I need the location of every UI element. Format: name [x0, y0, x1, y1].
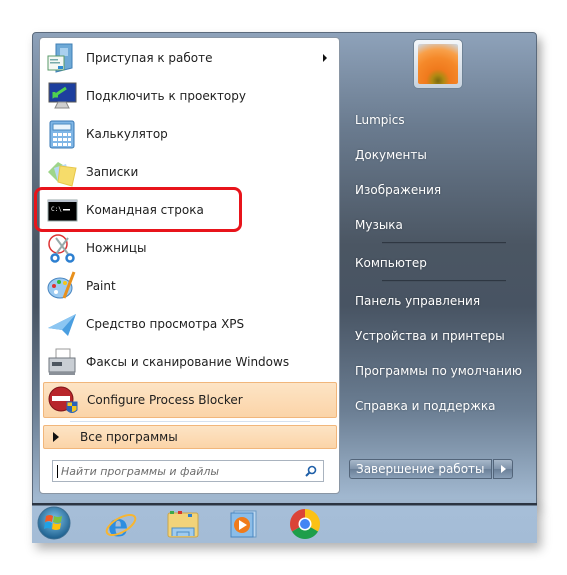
menu-item-label: Факсы и сканирование Windows [86, 355, 290, 369]
arrow-right-icon [53, 432, 59, 442]
calculator-icon [46, 118, 78, 150]
menu-item-snipping-tool[interactable]: Ножницы [43, 230, 337, 266]
right-item-user-folder[interactable]: Lumpics [355, 113, 405, 127]
menu-item-label: Командная строка [86, 203, 204, 217]
divider [70, 421, 310, 422]
search-box[interactable] [52, 460, 324, 482]
shutdown-options-button[interactable] [492, 459, 513, 479]
search-input[interactable] [57, 464, 297, 478]
menu-item-label: Приступая к работе [86, 51, 213, 65]
menu-item-label: Paint [86, 279, 116, 293]
right-item-documents[interactable]: Документы [355, 148, 427, 162]
windows-logo-icon[interactable] [36, 505, 72, 541]
xps-viewer-icon [46, 308, 78, 340]
media-player-icon[interactable] [228, 508, 262, 540]
paint-icon [46, 270, 78, 302]
shutdown-group: Завершение работы [349, 459, 513, 479]
menu-item-calculator[interactable]: Калькулятор [43, 116, 337, 152]
user-avatar[interactable] [413, 39, 463, 89]
menu-item-label: Configure Process Blocker [87, 393, 243, 407]
menu-item-getting-started[interactable]: Приступая к работе [43, 40, 337, 76]
menu-item-paint[interactable]: Paint [43, 268, 337, 304]
menu-item-label: Средство просмотра XPS [86, 317, 245, 331]
internet-explorer-icon[interactable]: e [104, 506, 138, 544]
menu-item-label: Ножницы [86, 241, 147, 255]
flower-avatar-image [418, 44, 458, 84]
menu-item-xps-viewer[interactable]: Средство просмотра XPS [43, 306, 337, 342]
svg-text:C:\: C:\ [51, 206, 62, 213]
menu-item-label: Записки [86, 165, 139, 179]
separator [382, 280, 506, 282]
right-item-music[interactable]: Музыка [355, 218, 403, 232]
menu-item-label: Подключить к проектору [86, 89, 246, 103]
search-icon[interactable] [305, 465, 317, 477]
separator [382, 242, 506, 244]
snipping-tool-icon [46, 232, 78, 264]
pinned-programs-panel: Приступая к работе Подключить к проектор… [39, 37, 340, 494]
start-menu: Приступая к работе Подключить к проектор… [32, 32, 537, 505]
menu-item-label: Калькулятор [86, 127, 168, 141]
right-item-pictures[interactable]: Изображения [355, 183, 441, 197]
all-programs-button[interactable]: Все программы [43, 425, 337, 449]
right-item-devices-printers[interactable]: Устройства и принтеры [355, 329, 505, 343]
right-item-control-panel[interactable]: Панель управления [355, 294, 480, 308]
process-blocker-icon [47, 384, 79, 416]
command-prompt-icon: C:\ [46, 194, 78, 226]
menu-item-fax-scan[interactable]: Факсы и сканирование Windows [43, 344, 337, 380]
menu-item-sticky-notes[interactable]: Записки [43, 154, 337, 190]
right-item-help-support[interactable]: Справка и поддержка [355, 399, 496, 413]
fax-scan-icon [46, 346, 78, 378]
right-item-default-programs[interactable]: Программы по умолчанию [355, 364, 522, 378]
menu-item-connect-projector[interactable]: Подключить к проектору [43, 78, 337, 114]
folder-icon[interactable] [166, 508, 200, 540]
menu-item-command-prompt[interactable]: C:\ Командная строка [43, 192, 337, 228]
projector-icon [46, 80, 78, 112]
chrome-icon[interactable] [288, 508, 322, 540]
getting-started-icon [46, 42, 78, 74]
all-programs-label: Все программы [80, 430, 178, 444]
taskbar: e [32, 503, 537, 544]
right-item-computer[interactable]: Компьютер [355, 256, 427, 270]
sticky-notes-icon [46, 156, 78, 188]
shutdown-button[interactable]: Завершение работы [349, 459, 492, 479]
menu-item-configure-process-blocker[interactable]: Configure Process Blocker [43, 382, 337, 418]
submenu-arrow-icon[interactable] [323, 54, 327, 62]
